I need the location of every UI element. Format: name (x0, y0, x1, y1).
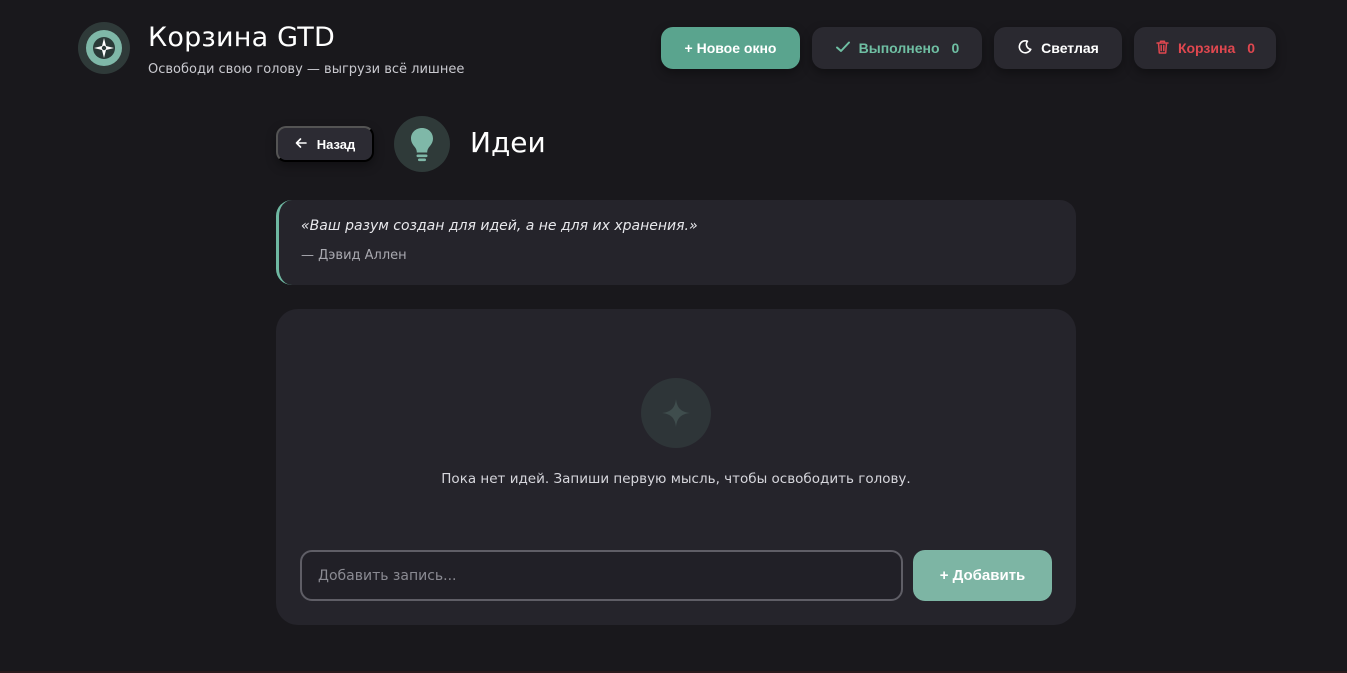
back-label: Назад (316, 136, 356, 152)
trash-button[interactable]: Корзина 0 (1134, 27, 1276, 69)
new-window-button[interactable]: + Новое окно (661, 27, 800, 69)
add-button-label: + Добавить (939, 567, 1026, 584)
done-label: Выполнено (858, 40, 940, 56)
quote-author: — Дэвид Аллен (301, 248, 407, 263)
trash-count: 0 (1247, 40, 1256, 56)
add-record-row: + Добавить (300, 550, 1052, 601)
trash-label: Корзина (1177, 40, 1236, 56)
add-button[interactable]: + Добавить (913, 550, 1052, 601)
check-icon (835, 40, 851, 57)
theme-label: Светлая (1041, 40, 1099, 56)
sparkle-icon (641, 378, 711, 448)
quote-text: «Ваш разум создан для идей, а не для их … (301, 218, 698, 234)
empty-state-text: Пока нет идей. Запиши первую мысль, чтоб… (441, 471, 911, 487)
app-subtitle: Освободи свою голову — выгрузи всё лишне… (148, 62, 465, 77)
lightbulb-icon (394, 116, 450, 172)
arrow-left-icon (295, 137, 307, 152)
done-button[interactable]: Выполнено 0 (812, 27, 982, 69)
app-root: Корзина GTD Освободи свою голову — выгру… (0, 0, 1347, 673)
done-count: 0 (951, 40, 960, 56)
section-title: Идеи (470, 126, 546, 159)
trash-icon (1155, 39, 1170, 58)
theme-toggle-button[interactable]: Светлая (994, 27, 1122, 69)
moon-icon (1017, 39, 1033, 58)
quote-card: «Ваш разум создан для идей, а не для их … (276, 200, 1076, 285)
compass-star-icon (78, 22, 130, 74)
new-window-label: + Новое окно (684, 40, 777, 56)
header-brand: Корзина GTD Освободи свою голову — выгру… (78, 22, 464, 77)
header-actions: + Новое окно Выполнено 0 Светлая Корзина… (661, 27, 1276, 69)
add-record-input[interactable] (300, 550, 903, 601)
ideas-card: Пока нет идей. Запиши первую мысль, чтоб… (276, 309, 1076, 625)
back-button[interactable]: Назад (276, 126, 374, 162)
app-title: Корзина GTD (148, 22, 335, 53)
